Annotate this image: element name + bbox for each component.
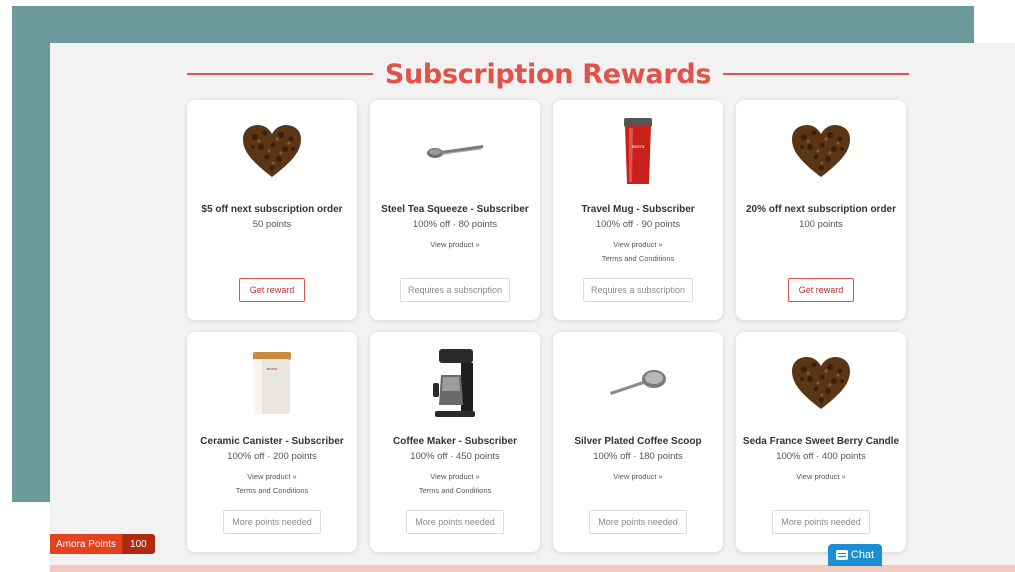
chat-label: Chat [850,549,875,561]
reward-title: Steel Tea Squeeze - Subscriber [381,204,529,215]
view-product-link[interactable]: View product » [557,472,719,481]
reward-card: 20% off next subscription order 100 poin… [736,100,906,320]
reward-card: $5 off next subscription order 50 points… [187,100,357,320]
reward-card: Steel Tea Squeeze - Subscriber 100% off … [370,100,540,320]
coffee-bean-heart-icon [736,114,906,188]
view-product-link[interactable]: View product » [374,240,536,249]
reward-points: 100% off · 450 points [410,451,500,462]
section-header: Subscription Rewards [187,56,909,92]
terms-link[interactable]: Terms and Conditions [374,486,536,495]
reward-title: Travel Mug - Subscriber [581,204,695,215]
reward-card: mora Travel Mug - Subscriber 100% off · … [553,100,723,320]
points-label: Amora Points [50,534,123,554]
reward-points: 100% off · 80 points [412,219,498,230]
coffee-bean-heart-icon [187,114,357,188]
points-widget[interactable]: Amora Points 100 [50,534,155,554]
terms-link[interactable]: Terms and Conditions [557,254,719,263]
reward-points: 50 points [252,219,292,230]
reward-card: Seda France Sweet Berry Candle 100% off … [736,332,906,552]
page-title: Subscription Rewards [384,58,712,90]
points-count: 100 [122,534,155,554]
get-reward-button[interactable]: Get reward [788,278,854,302]
reward-title: Ceramic Canister - Subscriber [200,436,344,447]
travel-mug-icon: mora [553,114,723,188]
ceramic-canister-icon: mora [187,346,357,420]
more-points-needed-button[interactable]: More points needed [589,510,687,534]
more-points-needed-button[interactable]: More points needed [223,510,321,534]
coffee-scoop-icon [553,346,723,420]
reward-title: Coffee Maker - Subscriber [393,436,517,447]
coffee-bean-heart-icon [736,346,906,420]
reward-title: $5 off next subscription order [201,204,343,215]
more-points-needed-button[interactable]: More points needed [406,510,504,534]
requires-subscription-button[interactable]: Requires a subscription [583,278,693,302]
more-points-needed-button[interactable]: More points needed [772,510,870,534]
tea-squeeze-icon [370,114,540,188]
footer-strip [50,565,1015,572]
svg-text:mora: mora [267,366,278,371]
view-product-link[interactable]: View product » [374,472,536,481]
view-product-link[interactable]: View product » [740,472,902,481]
coffee-maker-icon [370,346,540,420]
reward-card: mora Ceramic Canister - Subscriber 100% … [187,332,357,552]
svg-text:mora: mora [631,144,644,150]
chat-bubble-icon [835,550,848,560]
view-product-link[interactable]: View product » [191,472,353,481]
reward-points: 100 points [799,219,843,230]
reward-card: Coffee Maker - Subscriber 100% off · 450… [370,332,540,552]
view-product-link[interactable]: View product » [557,240,719,249]
reward-points: 100% off · 400 points [776,451,866,462]
reward-card: Silver Plated Coffee Scoop 100% off · 18… [553,332,723,552]
reward-points: 100% off · 200 points [227,451,317,462]
reward-points: 100% off · 180 points [593,451,683,462]
header-rule-left [187,73,373,75]
reward-points: 100% off · 90 points [595,219,681,230]
terms-link[interactable]: Terms and Conditions [191,486,353,495]
chat-button[interactable]: Chat [828,544,882,566]
reward-title: 20% off next subscription order [745,204,897,215]
get-reward-button[interactable]: Get reward [239,278,305,302]
header-rule-right [723,73,909,75]
reward-title: Seda France Sweet Berry Candle [742,436,900,447]
reward-title: Silver Plated Coffee Scoop [574,436,702,447]
rewards-page: Subscription Rewards $5 off next subscri… [50,43,1015,565]
requires-subscription-button[interactable]: Requires a subscription [400,278,510,302]
